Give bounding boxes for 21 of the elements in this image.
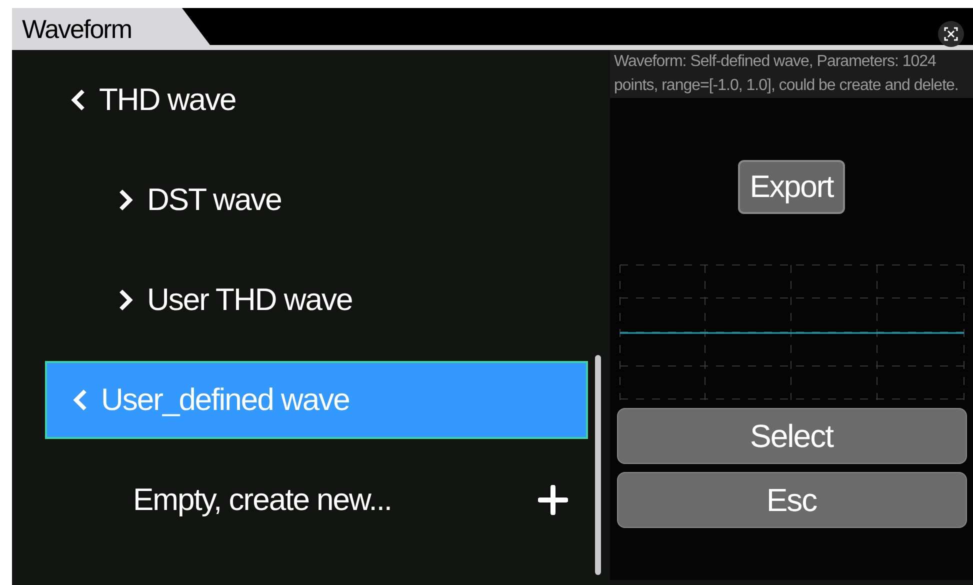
item-label: DST wave — [147, 180, 282, 219]
item-label: User THD wave — [147, 280, 352, 319]
description-text: Waveform: Self-defined wave, Parameters: 1024 points, range=[-1.0, 1.0], could be create and delete. — [610, 50, 973, 98]
plus-icon[interactable] — [538, 485, 568, 515]
window-title: Waveform — [12, 8, 212, 45]
item-label: User_defined wave — [101, 380, 350, 419]
screenshot-icon[interactable] — [937, 20, 965, 48]
export-button[interactable]: Export — [738, 160, 846, 214]
tree-item[interactable]: User THD wave — [45, 250, 588, 350]
chevron-right-icon — [117, 188, 135, 212]
tree-item[interactable]: DST wave — [45, 150, 588, 250]
tree-item[interactable]: THD wave — [45, 50, 588, 150]
item-label: THD wave — [99, 80, 236, 119]
scrollbar[interactable] — [595, 355, 601, 575]
menu-button[interactable]: Esc — [616, 472, 966, 528]
menu-button[interactable]: Select — [616, 408, 966, 464]
chevron-right-icon — [117, 288, 135, 312]
tree-item[interactable]: Empty, create new... — [45, 450, 588, 550]
chevron-left-icon — [69, 88, 87, 112]
chevron-left-icon — [71, 388, 89, 412]
item-label: Empty, create new... — [133, 480, 392, 519]
